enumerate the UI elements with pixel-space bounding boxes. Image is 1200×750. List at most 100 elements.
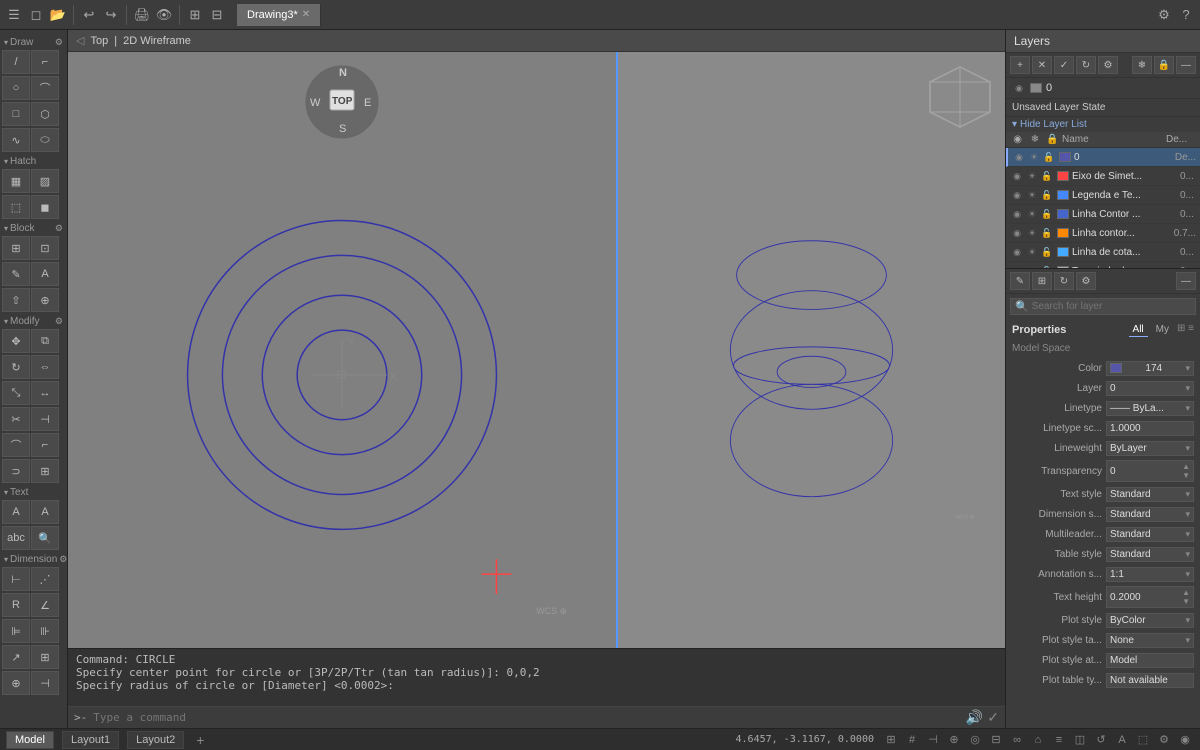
props-tool-4[interactable]: ⚙ [1076,272,1096,290]
layer-vis-icon[interactable]: ◉ [1010,188,1024,202]
scale-tool[interactable]: ⤡ [2,381,30,405]
prop-value[interactable]: 0.2000 ▲▼ [1106,586,1194,608]
spell-check-tool[interactable]: abc [2,526,30,550]
stretch-tool[interactable]: ↔ [31,381,59,405]
dim-continue-tool[interactable]: ⊪ [31,619,59,643]
mirror-tool[interactable]: ⇔ [31,355,59,379]
layer-list[interactable]: ◉ ☀ 🔓 0 De... ◉ ☀ 🔓 Eixo de Simet... 0..… [1006,148,1200,268]
props-icons[interactable]: ⊞ ≡ [1177,323,1194,337]
layer-lock-icon[interactable]: 🔒 [1154,56,1174,74]
viewport-main[interactable]: Y X WCS ⊕ N S W [68,52,1005,648]
layer-lck-icon[interactable]: 🔓 [1042,150,1056,164]
drawing-tab[interactable]: Drawing3* ✕ [237,4,321,26]
props-tool-2[interactable]: ⊞ [1032,272,1052,290]
dim-tolerance-tool[interactable]: ⊞ [31,645,59,669]
transparency-status-icon[interactable]: ◫ [1071,731,1089,749]
otrack-status-icon[interactable]: ∞ [1008,731,1026,749]
modify-settings-icon[interactable]: ⚙ [55,316,63,327]
prop-value[interactable]: None [1106,633,1194,648]
annotation-status-icon[interactable]: A [1113,731,1131,749]
polyline-tool[interactable]: ⌐ [31,50,59,74]
ellipse-tool[interactable]: ⬭ [31,128,59,152]
array-tool[interactable]: ⊞ [31,459,59,483]
command-mic-icon[interactable]: 🔊 [966,709,983,726]
layer-frz-icon[interactable]: ☀ [1025,188,1039,202]
dim-leader-tool[interactable]: ↗ [2,645,30,669]
rectangle-tool[interactable]: □ [2,102,30,126]
line-tool[interactable]: / [2,50,30,74]
props-tab-my[interactable]: My [1152,323,1173,337]
region-tool[interactable]: ◼ [31,195,59,219]
layer-row[interactable]: ◉ ☀ 🔓 Eixo de Simet... 0... [1006,167,1200,186]
workspace-status-icon[interactable]: ⚙ [1155,731,1173,749]
prop-value[interactable]: 0 [1106,381,1194,396]
layer-refresh-icon[interactable]: ↻ [1076,56,1096,74]
extend-tool[interactable]: ⊣ [31,407,59,431]
wblock-tool[interactable]: ⇧ [2,288,30,312]
layer-vis-icon[interactable]: ◉ [1012,150,1026,164]
ortho-status-icon[interactable]: ⊣ [924,731,942,749]
dim-center-tool[interactable]: ⊕ [2,671,30,695]
prop-value[interactable]: 1:1 [1106,567,1194,582]
dim-baseline-tool[interactable]: ⊫ [2,619,30,643]
status-tab-model[interactable]: Model [6,731,54,749]
insert-block-tool[interactable]: ⊞ [2,236,30,260]
layer-row[interactable]: ◉ ☀ 🔓 Linha Contor ... 0... [1006,205,1200,224]
layer-vis-icon[interactable]: ◉ [1010,169,1024,183]
lineweight-status-icon[interactable]: ≡ [1050,731,1068,749]
layer-frz-icon[interactable]: ☀ [1025,207,1039,221]
selcycling-status-icon[interactable]: ↺ [1092,731,1110,749]
rotate-tool[interactable]: ↻ [2,355,30,379]
layer-vis-icon[interactable]: ◉ [1010,207,1024,221]
spinner-arrows[interactable]: ▲▼ [1182,462,1190,480]
circle-tool[interactable]: ○ [2,76,30,100]
mtext-tool[interactable]: A [2,500,30,524]
layer-visibility-icon[interactable]: ◉ [1012,81,1026,95]
layer-row[interactable]: ◉ ☀ 🔓 Linha contor... 0.7... [1006,224,1200,243]
search-layer-input[interactable] [1029,300,1191,313]
prop-value[interactable]: ByLayer [1106,441,1194,456]
help-icon[interactable]: ? [1176,5,1196,25]
spline-tool[interactable]: ∿ [2,128,30,152]
prop-value[interactable]: 0 ▲▼ [1106,460,1194,482]
right-viewport[interactable]: WCS ⊕ [618,52,1005,648]
layer-frz-icon[interactable]: ☀ [1025,226,1039,240]
props-panel-minimize[interactable]: — [1176,272,1196,290]
print-icon[interactable]: 🖨 [132,5,152,25]
gradient-tool[interactable]: ▨ [31,169,59,193]
layer-settings-icon[interactable]: ⚙ [1098,56,1118,74]
layer-freeze-icon[interactable]: ❄ [1132,56,1152,74]
layer-vis-icon[interactable]: ◉ [1010,245,1024,259]
osnap-status-icon[interactable]: ◎ [966,731,984,749]
prop-value[interactable]: Standard [1106,547,1194,562]
prop-value[interactable]: ByColor [1106,613,1194,628]
grid-icon[interactable]: ⊞ [185,5,205,25]
layer-lck-icon[interactable]: 🔓 [1040,226,1054,240]
status-tab-layout2[interactable]: Layout2 [127,731,184,749]
layer-lck-icon[interactable]: 🔓 [1040,169,1054,183]
props-tool-1[interactable]: ✎ [1010,272,1030,290]
layer-lck-icon[interactable]: 🔓 [1040,188,1054,202]
layer-row[interactable]: ◉ ☀ 🔓 Legenda e Te... 0... [1006,186,1200,205]
dim-settings-icon[interactable]: ⚙ [59,554,67,565]
ducs-status-icon[interactable]: ⌂ [1029,731,1047,749]
boundary-tool[interactable]: ⬚ [2,195,30,219]
preview-icon[interactable]: 👁 [154,5,174,25]
layer-frz-icon[interactable]: ☀ [1027,150,1041,164]
snap-status-icon[interactable]: ⊞ [882,731,900,749]
copy-tool[interactable]: ⧉ [31,329,59,353]
base-tool[interactable]: ⊕ [31,288,59,312]
new-icon[interactable]: ◻ [26,5,46,25]
layer-panel-minimize[interactable]: — [1176,56,1196,74]
grid-status-icon[interactable]: # [903,731,921,749]
layer-vis-icon[interactable]: ◉ [1010,226,1024,240]
snap-icon[interactable]: ⊟ [207,5,227,25]
dim-radius-tool[interactable]: R [2,593,30,617]
layer-row[interactable]: ◉ ☀ 🔓 Linha de cota... 0... [1006,243,1200,262]
props-tool-3[interactable]: ↻ [1054,272,1074,290]
redo-icon[interactable]: ↪ [101,5,121,25]
create-block-tool[interactable]: ⊡ [31,236,59,260]
polar-status-icon[interactable]: ⊕ [945,731,963,749]
settings-icon[interactable]: ⚙ [1154,5,1174,25]
viewport-back-arrow[interactable]: ◁ [76,34,84,47]
